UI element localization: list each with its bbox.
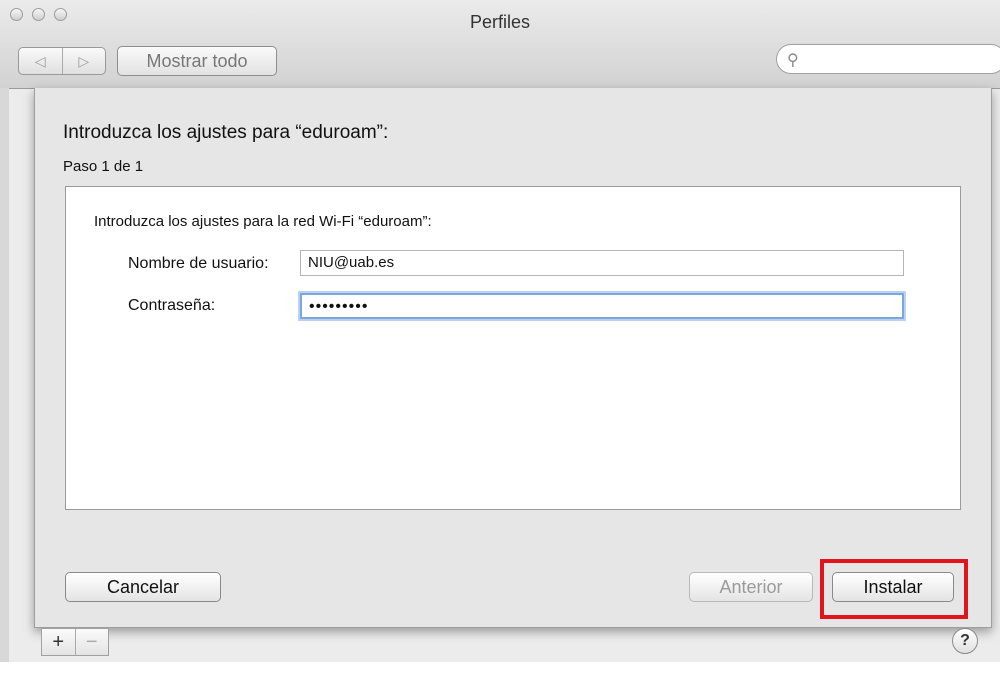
search-icon: ⚲	[787, 52, 799, 69]
password-field[interactable]: •••••••••	[300, 293, 904, 319]
password-mask: •••••••••	[309, 298, 369, 315]
back-forward-control: ◁ ▷	[18, 47, 106, 75]
username-label: Nombre de usuario:	[128, 255, 269, 272]
show-all-button[interactable]: Mostrar todo	[117, 46, 277, 76]
wifi-settings-panel: Introduzca los ajustes para la red Wi-Fi…	[65, 186, 961, 510]
settings-sheet: Introduzca los ajustes para “eduroam”: P…	[34, 88, 992, 628]
add-button[interactable]: +	[42, 629, 75, 655]
sheet-title: Introduzca los ajustes para “eduroam”:	[63, 122, 389, 143]
preferences-window: Perfiles ◁ ▷ Mostrar todo ⚲ Introduzca l…	[0, 0, 1000, 682]
help-button[interactable]: ?	[952, 628, 978, 654]
back-arrow-icon: ◁	[34, 52, 46, 69]
forward-button[interactable]: ▷	[61, 48, 106, 74]
window-title: Perfiles	[469, 12, 531, 32]
add-remove-control: + −	[41, 628, 109, 656]
install-highlight-box	[820, 559, 968, 619]
search-field[interactable]: ⚲	[776, 44, 1000, 74]
wifi-settings-label: Introduzca los ajustes para la red Wi-Fi…	[94, 213, 432, 230]
back-button[interactable]: ◁	[19, 48, 62, 74]
step-indicator: Paso 1 de 1	[63, 158, 144, 175]
forward-arrow-icon: ▷	[78, 52, 90, 69]
previous-button[interactable]: Anterior	[689, 572, 813, 602]
cancel-button[interactable]: Cancelar	[65, 572, 221, 602]
username-field[interactable]: NIU@uab.es	[300, 250, 904, 276]
remove-button[interactable]: −	[74, 629, 109, 655]
title-bar: Perfiles ◁ ▷ Mostrar todo ⚲	[0, 0, 1000, 89]
password-label: Contraseña:	[128, 297, 216, 314]
window-left-edge	[0, 88, 9, 682]
bottom-margin	[0, 662, 1000, 682]
